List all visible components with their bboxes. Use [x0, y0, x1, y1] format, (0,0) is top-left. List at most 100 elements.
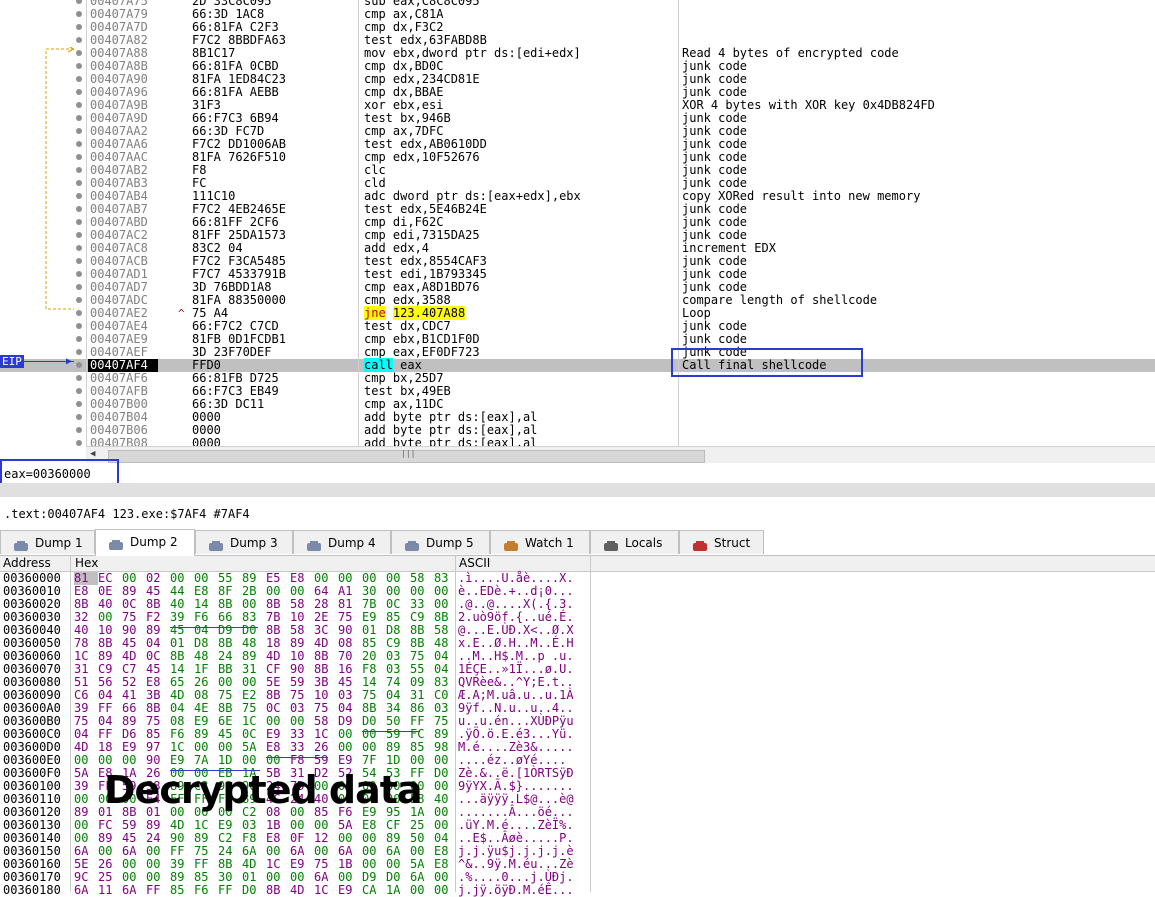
disasm-row[interactable]: 00407A79 66:3D 1AC8 cmp ax,C81A — [0, 8, 1155, 21]
disasm-row[interactable]: 00407AA2 66:3D FC7D cmp ax,7DFC junk code — [0, 125, 1155, 138]
breakpoint-dot[interactable] — [76, 50, 82, 56]
hex-byte[interactable]: E9 — [338, 884, 362, 897]
disasm-row[interactable]: 00407B08 0000 add byte ptr ds:[eax],al — [0, 437, 1155, 446]
tab-dump-5[interactable]: Dump 5 — [391, 530, 490, 554]
breakpoint-dot[interactable] — [76, 388, 82, 394]
hex-byte[interactable]: FF — [218, 884, 242, 897]
breakpoint-dot[interactable] — [76, 102, 82, 108]
breakpoint-dot[interactable] — [76, 193, 82, 199]
hex-byte[interactable]: 8B — [266, 884, 290, 897]
breakpoint-dot[interactable] — [76, 206, 82, 212]
breakpoint-dot[interactable] — [76, 271, 82, 277]
breakpoint-dot[interactable] — [76, 24, 82, 30]
breakpoint-dot[interactable] — [76, 37, 82, 43]
breakpoint-dot[interactable] — [76, 349, 82, 355]
disasm-row[interactable]: 00407A9B 31F3 xor ebx,esi XOR 4 bytes with … — [0, 99, 1155, 112]
disasm-row[interactable]: 00407A9D 66:F7C3 6B94 test bx,946B junk cod… — [0, 112, 1155, 125]
scroll-left-icon[interactable]: ◀ — [90, 449, 95, 459]
breakpoint-dot[interactable] — [76, 440, 82, 446]
disasm-row[interactable]: 00407AE9 81FB 0D1FCDB1 cmp ebx,B1CD1F0D jun… — [0, 333, 1155, 346]
disasm-row[interactable]: 00407AE4 66:F7C2 C7CD test dx,CDC7 junk cod… — [0, 320, 1155, 333]
hex-column-header[interactable]: Hex — [75, 556, 98, 571]
hex-byte[interactable]: 1A — [386, 884, 410, 897]
hex-byte[interactable]: 4D — [290, 884, 314, 897]
disasm-row[interactable]: 00407AB7 F7C2 4EB2465E test edx,5E46B24E ju… — [0, 203, 1155, 216]
disasm-row[interactable]: 00407AF6 66:81FB D725 cmp bx,25D7 — [0, 372, 1155, 385]
breakpoint-dot[interactable] — [76, 258, 82, 264]
breakpoint-dot[interactable] — [76, 89, 82, 95]
disasm-row[interactable]: 00407AB2 F8 clc junk code — [0, 164, 1155, 177]
hex-byte[interactable]: 11 — [98, 884, 122, 897]
disasm-row[interactable]: 00407AD7 3D 76BDD1A8 cmp eax,A8D1BD76 junk … — [0, 281, 1155, 294]
disasm-row[interactable]: 00407AF4 FFD0 call eax Call final shellcode — [0, 358, 1155, 372]
disasm-row[interactable]: 00407ABD 66:81FF 2CF6 cmp di,F62C junk code — [0, 216, 1155, 229]
disasm-row[interactable]: 00407ADC 81FA 88350000 cmp edx,3588 compare… — [0, 294, 1155, 307]
breakpoint-dot[interactable] — [76, 310, 82, 316]
disasm-row[interactable]: 00407B04 0000 add byte ptr ds:[eax],al — [0, 411, 1155, 424]
disasm-row[interactable]: 00407B06 0000 add byte ptr ds:[eax],al — [0, 424, 1155, 437]
disasm-row[interactable]: 00407A96 66:81FA AEBB cmp dx,BBAE junk code — [0, 86, 1155, 99]
breakpoint-dot[interactable] — [76, 0, 82, 4]
disasm-row[interactable]: 00407AEF 3D 23F70DEF cmp eax,EF0DF723 junk … — [0, 346, 1155, 359]
disasm-row[interactable]: 00407A88 8B1C17 mov ebx,dword ptr ds:[edi+… — [0, 47, 1155, 60]
address-column-header[interactable]: Address — [3, 556, 51, 571]
breakpoint-dot[interactable] — [76, 11, 82, 17]
hex-byte[interactable]: 6A — [122, 884, 146, 897]
breakpoint-dot[interactable] — [76, 219, 82, 225]
jump-target[interactable]: 123.407A88 — [392, 306, 466, 320]
breakpoint-dot[interactable] — [76, 336, 82, 342]
breakpoint-dot[interactable] — [76, 362, 82, 368]
hex-byte[interactable]: 1C — [314, 884, 338, 897]
tab-dump-1[interactable]: Dump 1 — [0, 530, 95, 554]
tab-watch-1[interactable]: Watch 1 — [490, 530, 590, 554]
disasm-row[interactable]: 00407A90 81FA 1ED84C23 cmp edx,234CD81E jun… — [0, 73, 1155, 86]
breakpoint-dot[interactable] — [76, 115, 82, 121]
disasm-row[interactable]: 00407A8B 66:81FA 0CBD cmp dx,BD0C junk code — [0, 60, 1155, 73]
breakpoint-dot[interactable] — [76, 141, 82, 147]
ascii-column-header[interactable]: ASCII — [459, 556, 490, 571]
disasm-row[interactable]: 00407AAC 81FA 7626F510 cmp edx,10F52676 jun… — [0, 151, 1155, 164]
hex-byte[interactable]: FF — [146, 884, 170, 897]
breakpoint-dot[interactable] — [76, 427, 82, 433]
breakpoint-dot[interactable] — [76, 232, 82, 238]
disasm-row[interactable]: 00407AE2 ^ 75 A4 jne 123.407A88 Loop — [0, 306, 1155, 320]
horizontal-scrollbar[interactable]: ◀ ||| — [86, 446, 1155, 464]
disasm-row[interactable]: 00407B00 66:3D DC11 cmp ax,11DC — [0, 398, 1155, 411]
disasm-row[interactable]: 00407A7D 66:81FA C2F3 cmp dx,F3C2 — [0, 21, 1155, 34]
hex-byte[interactable]: D0 — [242, 884, 266, 897]
breakpoint-dot[interactable] — [76, 323, 82, 329]
breakpoint-dot[interactable] — [76, 375, 82, 381]
breakpoint-dot[interactable] — [76, 63, 82, 69]
breakpoint-dot[interactable] — [76, 401, 82, 407]
hex-byte[interactable]: 00 — [410, 884, 434, 897]
tab-locals[interactable]: Locals — [590, 530, 679, 554]
hex-byte[interactable]: 6A — [74, 884, 98, 897]
hex-byte[interactable]: CA — [362, 884, 386, 897]
disassembly-pane[interactable]: 00407A75 2D 33C8C095 sub eax,C8C8C095 00407… — [0, 0, 1155, 446]
disasm-row[interactable]: 00407AB4 111C10 adc dword ptr ds:[eax+edx]… — [0, 190, 1155, 203]
breakpoint-dot[interactable] — [76, 297, 82, 303]
breakpoint-dot[interactable] — [76, 167, 82, 173]
disasm-row[interactable]: 00407AFB 66:F7C3 EB49 test bx,49EB — [0, 385, 1155, 398]
breakpoint-dot[interactable] — [76, 245, 82, 251]
breakpoint-dot[interactable] — [76, 76, 82, 82]
breakpoint-dot[interactable] — [76, 128, 82, 134]
disasm-row[interactable]: 00407A75 2D 33C8C095 sub eax,C8C8C095 — [0, 0, 1155, 8]
tab-struct[interactable]: Struct — [679, 530, 764, 554]
disasm-row[interactable]: 00407AA6 F7C2 DD1006AB test edx,AB0610DD ju… — [0, 138, 1155, 151]
tab-dump-4[interactable]: Dump 4 — [293, 530, 391, 554]
disasm-row[interactable]: 00407AC8 83C2 04 add edx,4 increment EDX — [0, 242, 1155, 255]
dump-pane[interactable]: Address Hex ASCII 00360000 81 EC 00 02 00 00 55… — [0, 556, 1155, 897]
breakpoint-dot[interactable] — [76, 414, 82, 420]
breakpoint-dot[interactable] — [76, 180, 82, 186]
tab-dump-3[interactable]: Dump 3 — [195, 530, 293, 554]
hex-byte[interactable]: 85 — [170, 884, 194, 897]
breakpoint-dot[interactable] — [76, 154, 82, 160]
disasm-row[interactable]: 00407AC2 81FF 25DA1573 cmp edi,7315DA25 jun… — [0, 229, 1155, 242]
hex-byte[interactable]: 00 — [434, 884, 458, 897]
breakpoint-dot[interactable] — [76, 284, 82, 290]
hex-byte[interactable]: F6 — [194, 884, 218, 897]
tab-dump-2[interactable]: Dump 2 — [95, 529, 195, 556]
disasm-row[interactable]: 00407AD1 F7C7 4533791B test edi,1B793345 ju… — [0, 268, 1155, 281]
disasm-row[interactable]: 00407ACB F7C2 F3CA5485 test edx,8554CAF3 ju… — [0, 255, 1155, 268]
